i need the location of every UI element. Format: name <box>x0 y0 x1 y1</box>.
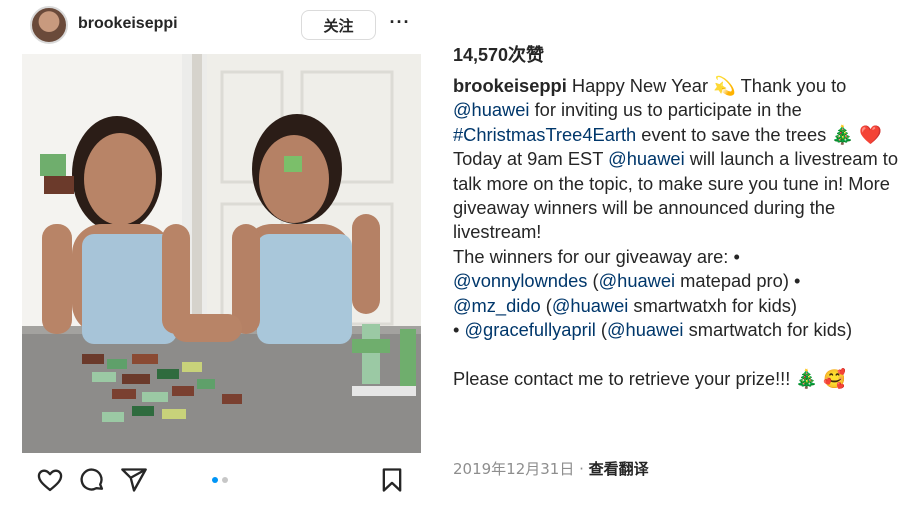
caption-username[interactable]: brookeiseppi <box>453 75 567 96</box>
post-meta: 2019年12月31日 · 查看翻译 <box>453 458 649 479</box>
caption-closing: Please contact me to retrieve your prize… <box>453 367 847 389</box>
caption-text: for inviting us to participate in the <box>529 99 802 121</box>
post-details: 14,570次赞 brookeiseppi Happy New Year 💫 T… <box>453 40 898 391</box>
avatar[interactable] <box>30 6 68 44</box>
caption-text: smartwatch for kids) <box>683 319 853 341</box>
username[interactable]: brookeiseppi <box>78 15 178 33</box>
bookmark-icon <box>382 468 402 492</box>
comment-button[interactable] <box>78 466 106 494</box>
heart-icon <box>37 469 63 492</box>
like-button[interactable] <box>36 466 64 494</box>
caption-text: ( <box>540 294 552 316</box>
like-count[interactable]: 14,570次赞 <box>453 40 898 70</box>
caption-text: ( <box>595 319 607 341</box>
save-button[interactable] <box>378 466 406 494</box>
follow-button[interactable]: 关注 <box>301 10 376 40</box>
share-button[interactable] <box>120 466 148 494</box>
caption: brookeiseppi Happy New Year 💫 Thank you … <box>453 74 898 391</box>
caption-text: matepad pro) • <box>675 270 801 292</box>
hashtag-link[interactable]: #ChristmasTree4Earth <box>453 124 636 145</box>
post-header: brookeiseppi 关注 ··· <box>30 6 418 44</box>
mention-link[interactable]: @huawei <box>607 319 684 340</box>
mention-link[interactable]: @huawei <box>552 295 629 316</box>
caption-text: ( <box>587 270 599 292</box>
mention-link[interactable]: @huawei <box>599 270 676 291</box>
mention-link[interactable]: @huawei <box>608 148 685 169</box>
mention-link[interactable]: @vonnylowndes <box>453 270 587 291</box>
meta-separator: · <box>574 460 589 478</box>
caption-text: • <box>453 319 465 341</box>
carousel-indicator <box>212 477 232 485</box>
mention-link[interactable]: @huawei <box>453 99 530 120</box>
mention-link[interactable]: @mz_dido <box>453 295 541 316</box>
post-date: 2019年12月31日 <box>453 460 575 478</box>
post-photo[interactable] <box>22 54 421 453</box>
carousel-dot-active <box>212 477 218 483</box>
photo-illustration <box>22 54 421 453</box>
mention-link[interactable]: @gracefullyapril <box>464 319 595 340</box>
more-options-button[interactable]: ··· <box>386 12 414 36</box>
caption-text: Happy New Year 💫 Thank you to <box>566 75 847 96</box>
see-translation-link[interactable]: 查看翻译 <box>589 460 649 478</box>
carousel-dot <box>222 477 228 483</box>
comment-icon <box>80 468 104 491</box>
winners-intro: The winners for our giveaway are: • <box>453 245 740 267</box>
post-actions <box>22 460 421 500</box>
share-icon <box>121 468 147 492</box>
caption-text: smartwatxh for kids) <box>628 294 797 316</box>
